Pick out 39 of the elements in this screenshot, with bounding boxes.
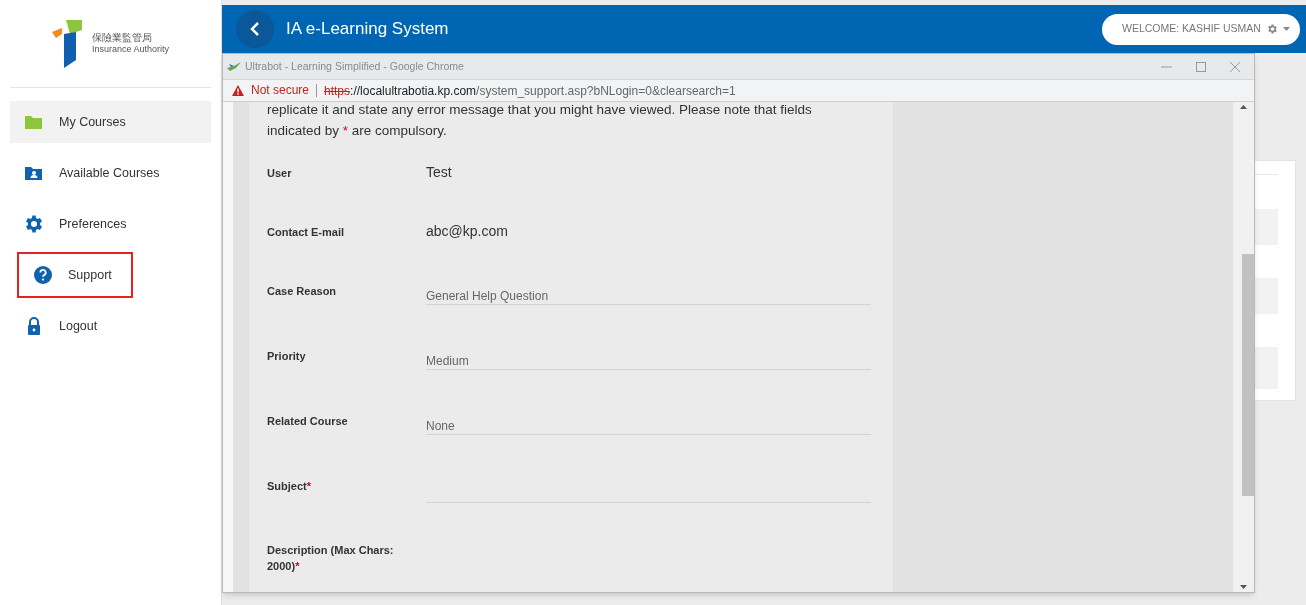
logo-english-text: Insurance Authority bbox=[91, 44, 169, 56]
field-label: Description (Max Chars: 2000)* bbox=[267, 543, 395, 574]
url-text[interactable]: https://localultrabotia.kp.com/system_support.asp?bNLogin=0&clearsearch=1 bbox=[324, 81, 736, 100]
scrollbar[interactable] bbox=[1233, 102, 1254, 592]
bird-icon bbox=[227, 62, 241, 71]
select-field[interactable]: Medium bbox=[426, 344, 871, 370]
window-title: Ultrabot - Learning Simplified - Google Chrome bbox=[245, 58, 464, 74]
logo-chinese-text: 保險業監管局 bbox=[91, 31, 153, 45]
sidebar-item[interactable]: Preferences bbox=[10, 203, 211, 245]
user-menu-button[interactable]: WELCOME: KASHIF USMAN bbox=[1102, 13, 1300, 45]
back-button[interactable] bbox=[236, 10, 274, 48]
warning-icon bbox=[232, 85, 244, 96]
select-field[interactable]: None bbox=[426, 409, 871, 435]
select-field[interactable]: General Help Question bbox=[426, 279, 871, 305]
sidebar-item[interactable]: My Courses bbox=[10, 101, 211, 143]
field-label: User bbox=[267, 166, 293, 181]
scroll-up-icon[interactable] bbox=[1240, 105, 1247, 109]
field-value: abc@kp.com bbox=[426, 223, 508, 239]
settings-icon bbox=[1265, 23, 1278, 35]
scrollbar-thumb[interactable] bbox=[1242, 254, 1254, 496]
field-label: Priority bbox=[267, 349, 307, 364]
field-label: Related Course bbox=[267, 414, 349, 429]
intro-text: replicate it and state any error message that you might have viewed. Please note that fields indicated by * are compulsory. bbox=[267, 102, 813, 140]
close-icon[interactable] bbox=[1230, 61, 1240, 72]
field-value: Test bbox=[426, 164, 452, 180]
app-title: IA e-Learning System bbox=[286, 18, 449, 41]
field-label: Contact E-mail bbox=[267, 225, 345, 240]
chevron-left-icon bbox=[250, 22, 260, 36]
sidebar-item[interactable]: Logout bbox=[10, 305, 211, 347]
security-status-text: Not secure bbox=[251, 84, 318, 97]
sidebar-item[interactable]: Available Courses bbox=[10, 152, 211, 194]
help-icon bbox=[33, 265, 53, 285]
maximize-icon[interactable] bbox=[1196, 61, 1206, 72]
sidebar-item[interactable]: Support bbox=[19, 254, 131, 296]
scroll-down-icon[interactable] bbox=[1240, 585, 1247, 589]
settings-icon bbox=[24, 214, 44, 234]
field-label: Case Reason bbox=[267, 284, 338, 299]
caret-icon bbox=[1282, 27, 1290, 31]
field-label: Subject* bbox=[267, 479, 312, 494]
